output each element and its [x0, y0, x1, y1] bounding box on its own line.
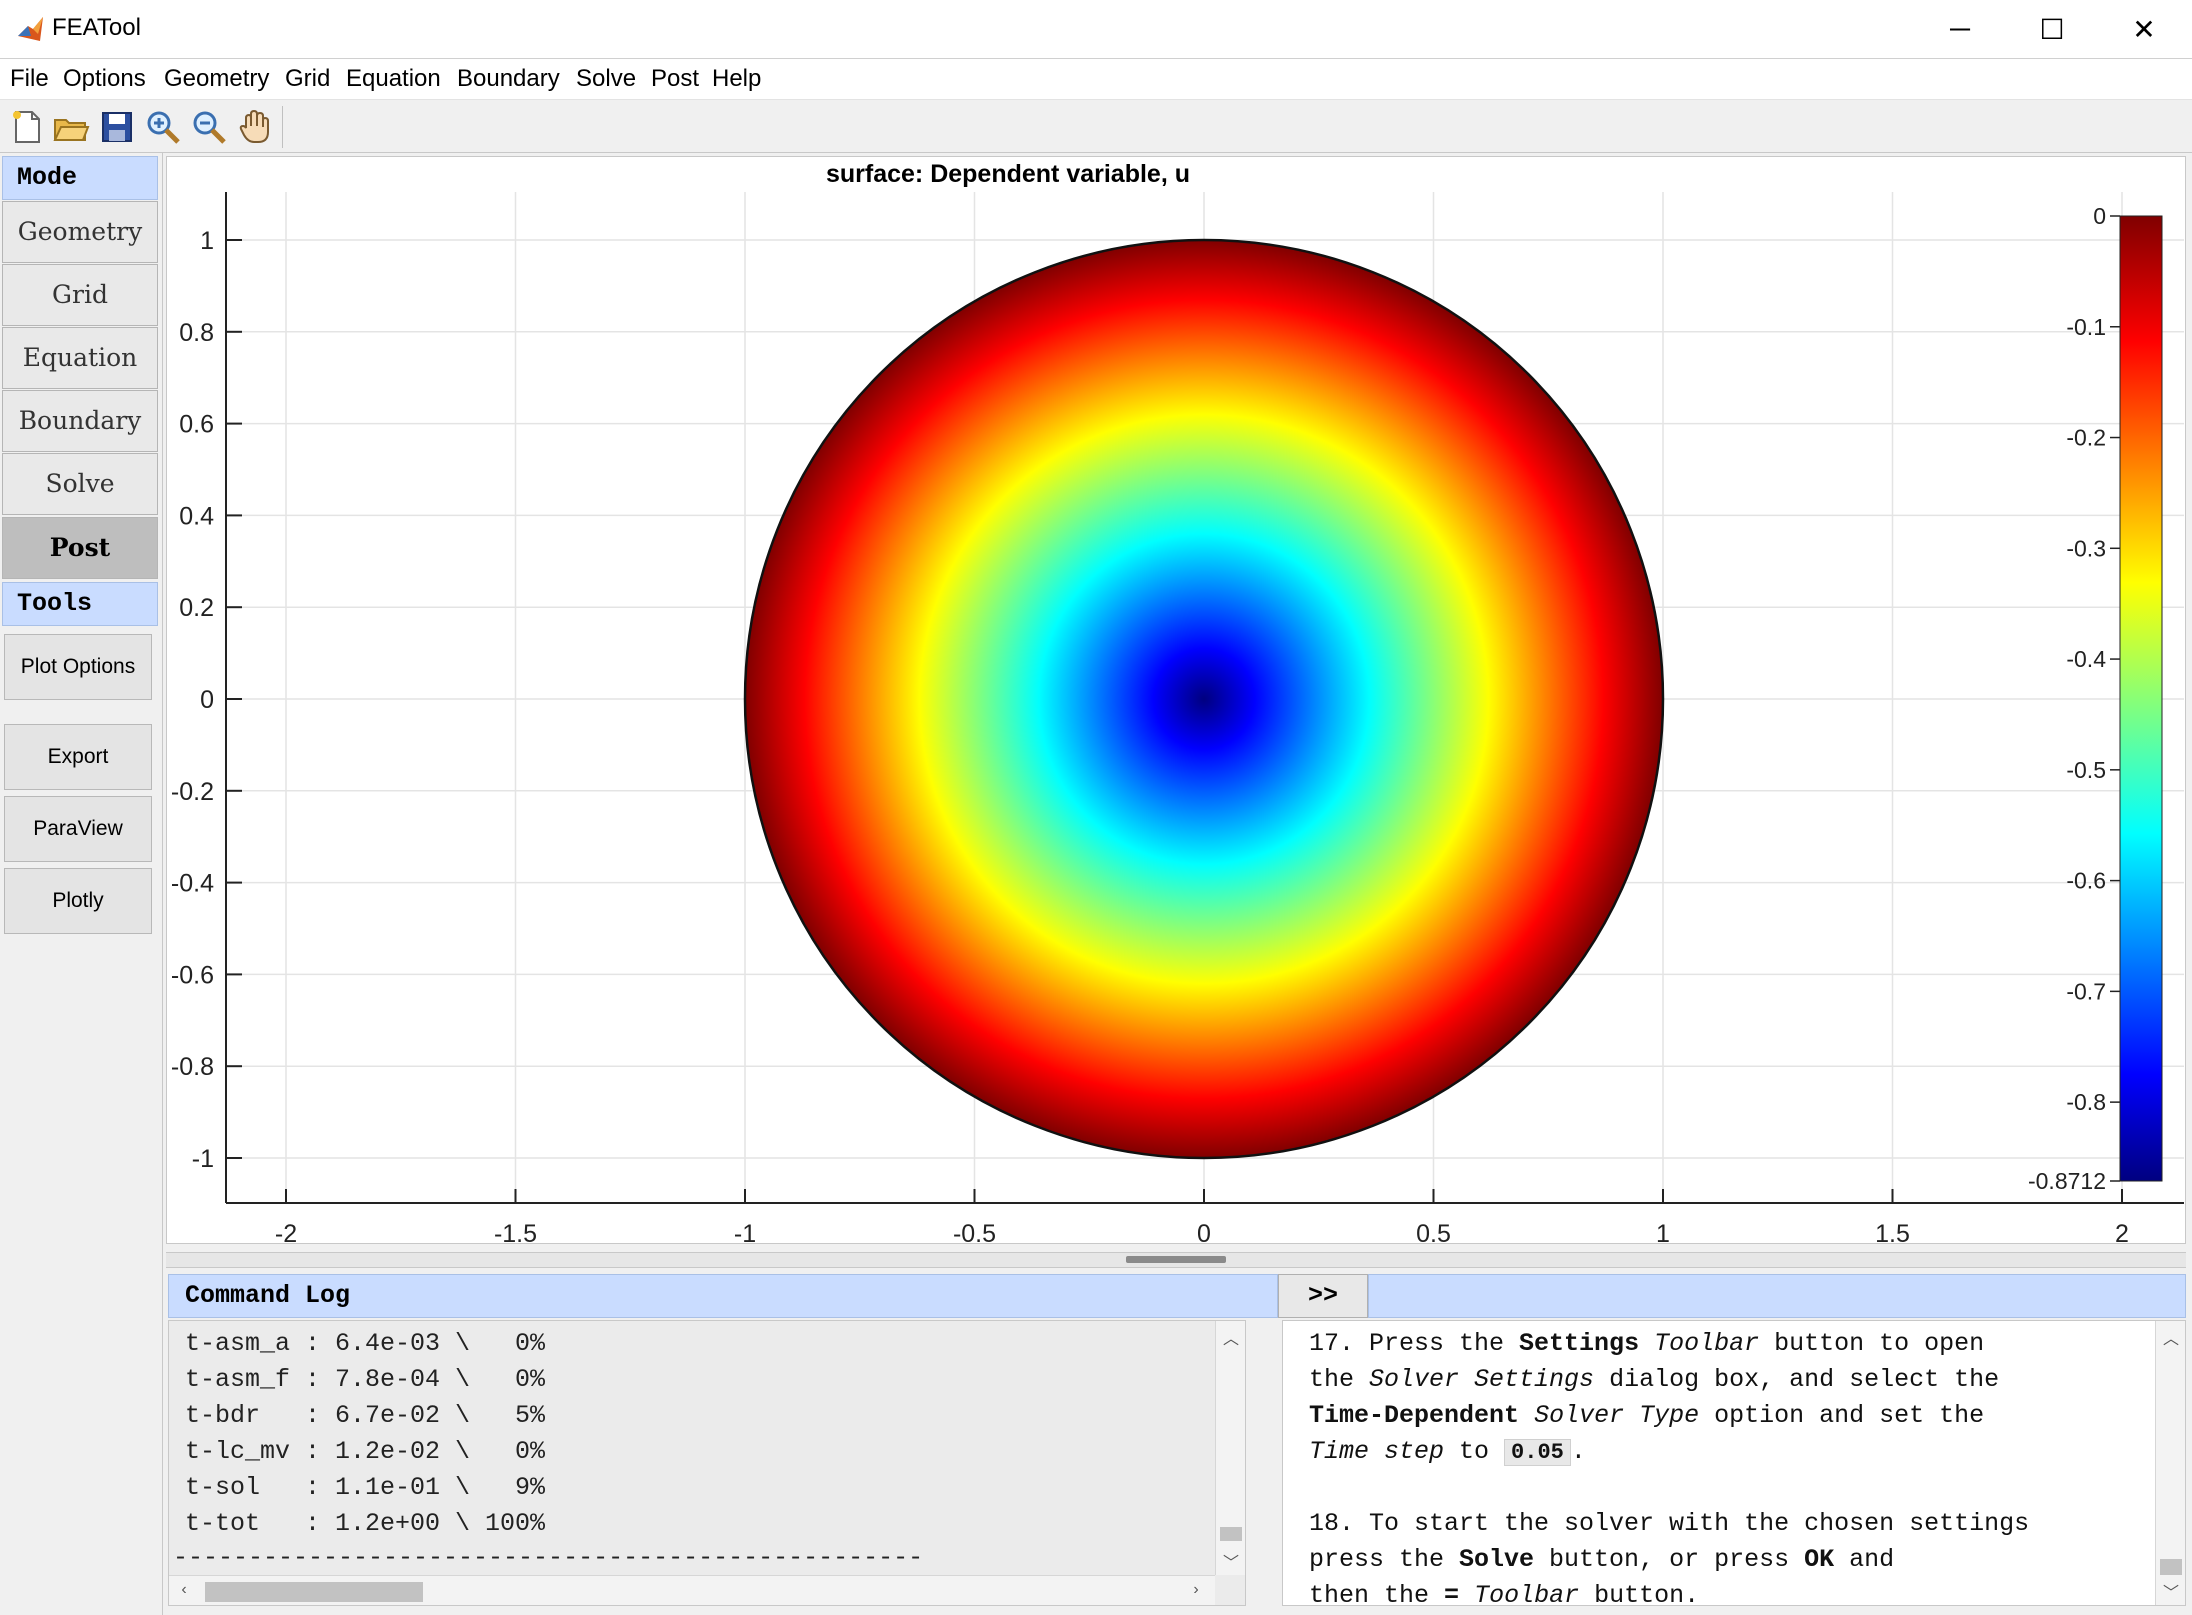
new-file-icon[interactable]: [8, 108, 46, 146]
matlab-logo-icon: [18, 17, 43, 41]
save-icon[interactable]: [98, 108, 136, 146]
mode-boundary-button[interactable]: Boundary: [2, 390, 158, 452]
log-line: t-lc_mv : 1.2e-02 \ 0%: [185, 1437, 546, 1466]
help-text-panel[interactable]: 17. Press the Settings Toolbar button to…: [1282, 1320, 2186, 1606]
pan-hand-icon[interactable]: [236, 108, 274, 146]
title-bar: FEATool ─ ☐ ✕: [0, 0, 2192, 59]
menu-post[interactable]: Post: [651, 65, 699, 93]
scroll-up-icon[interactable]: ︿: [1216, 1325, 1245, 1349]
menu-file[interactable]: File: [10, 65, 49, 93]
toolbar: [0, 100, 2192, 153]
plot-options-button[interactable]: Plot Options: [4, 634, 152, 700]
log-line: t-bdr : 6.7e-02 \ 5%: [185, 1401, 546, 1430]
log-line: t-tot : 1.2e+00 \ 100%: [185, 1509, 546, 1538]
menu-boundary[interactable]: Boundary: [457, 65, 560, 93]
help-step18-line2: press the Solve button, or press OK and: [1309, 1545, 1895, 1574]
window-title: FEATool: [52, 14, 141, 41]
help-step18-line3: then the = Toolbar button.: [1309, 1581, 1700, 1606]
log-separator: ----------------------------------------…: [173, 1543, 924, 1572]
mode-geometry-button[interactable]: Geometry: [2, 201, 158, 263]
scroll-down-icon[interactable]: ﹀: [1216, 1549, 1245, 1573]
help-step18-line1: 18. To start the solver with the chosen …: [1309, 1509, 2030, 1538]
help-step17-line4: Time step to 0.05.: [1309, 1437, 1586, 1466]
command-log[interactable]: t-asm_a : 6.4e-03 \ 0% t-asm_f : 7.8e-04…: [168, 1320, 1246, 1606]
plot-title: surface: Dependent variable, u: [825, 160, 1190, 188]
log-line: t-asm_f : 7.8e-04 \ 0%: [185, 1365, 546, 1394]
plot-panel: [166, 156, 2186, 1244]
scroll-up-icon[interactable]: ︿: [2156, 1325, 2185, 1349]
paraview-button[interactable]: ParaView: [4, 796, 152, 862]
close-button[interactable]: ✕: [2098, 0, 2190, 58]
splitter-handle[interactable]: [1126, 1256, 1226, 1263]
panel-splitter[interactable]: [166, 1252, 2186, 1268]
mode-header: Mode: [2, 156, 158, 200]
expand-button[interactable]: >>: [1278, 1274, 1368, 1318]
log-horizontal-scrollbar[interactable]: ‹ ›: [169, 1575, 1215, 1605]
menu-bar: File Options Geometry Grid Equation Boun…: [0, 59, 2192, 100]
scroll-down-icon[interactable]: ﹀: [2156, 1579, 2185, 1603]
mode-equation-button[interactable]: Equation: [2, 327, 158, 389]
menu-options[interactable]: Options: [63, 65, 146, 93]
command-log-header: Command Log: [168, 1274, 1278, 1318]
plotly-button[interactable]: Plotly: [4, 868, 152, 934]
log-vscroll-thumb[interactable]: [1220, 1527, 1242, 1541]
zoom-out-icon[interactable]: [190, 108, 228, 146]
mode-grid-button[interactable]: Grid: [2, 264, 158, 326]
time-step-value: 0.05: [1504, 1439, 1571, 1466]
log-line: t-sol : 1.1e-01 \ 9%: [185, 1473, 546, 1502]
menu-geometry[interactable]: Geometry: [164, 65, 269, 93]
help-step17-line1: 17. Press the Settings Toolbar button to…: [1309, 1329, 1985, 1358]
open-folder-icon[interactable]: [52, 108, 90, 146]
export-button[interactable]: Export: [4, 724, 152, 790]
menu-equation[interactable]: Equation: [346, 65, 441, 93]
mode-post-button[interactable]: Post: [2, 517, 158, 579]
menu-help[interactable]: Help: [712, 65, 761, 93]
minimize-button[interactable]: ─: [1914, 0, 2006, 58]
help-vscroll-thumb[interactable]: [2160, 1559, 2182, 1575]
scroll-right-icon[interactable]: ›: [1181, 1581, 1211, 1599]
menu-solve[interactable]: Solve: [576, 65, 636, 93]
log-hscroll-thumb[interactable]: [205, 1582, 423, 1602]
left-panel: Mode Geometry Grid Equation Boundary Sol…: [0, 153, 163, 1615]
help-vertical-scrollbar[interactable]: ︿ ﹀: [2155, 1321, 2185, 1605]
tools-header: Tools: [2, 582, 158, 626]
scroll-left-icon[interactable]: ‹: [169, 1581, 199, 1599]
help-step17-line2: the Solver Settings dialog box, and sele…: [1309, 1365, 2000, 1394]
mode-solve-button[interactable]: Solve: [2, 453, 158, 515]
maximize-button[interactable]: ☐: [2006, 0, 2098, 58]
toolbar-separator: [282, 106, 283, 148]
help-step17-line3: Time-Dependent Solver Type option and se…: [1309, 1401, 1985, 1430]
zoom-in-icon[interactable]: [144, 108, 182, 146]
log-line: t-asm_a : 6.4e-03 \ 0%: [185, 1329, 546, 1358]
help-header: [1368, 1274, 2186, 1318]
menu-grid[interactable]: Grid: [285, 65, 330, 93]
log-vertical-scrollbar[interactable]: ︿ ﹀: [1215, 1321, 1245, 1575]
